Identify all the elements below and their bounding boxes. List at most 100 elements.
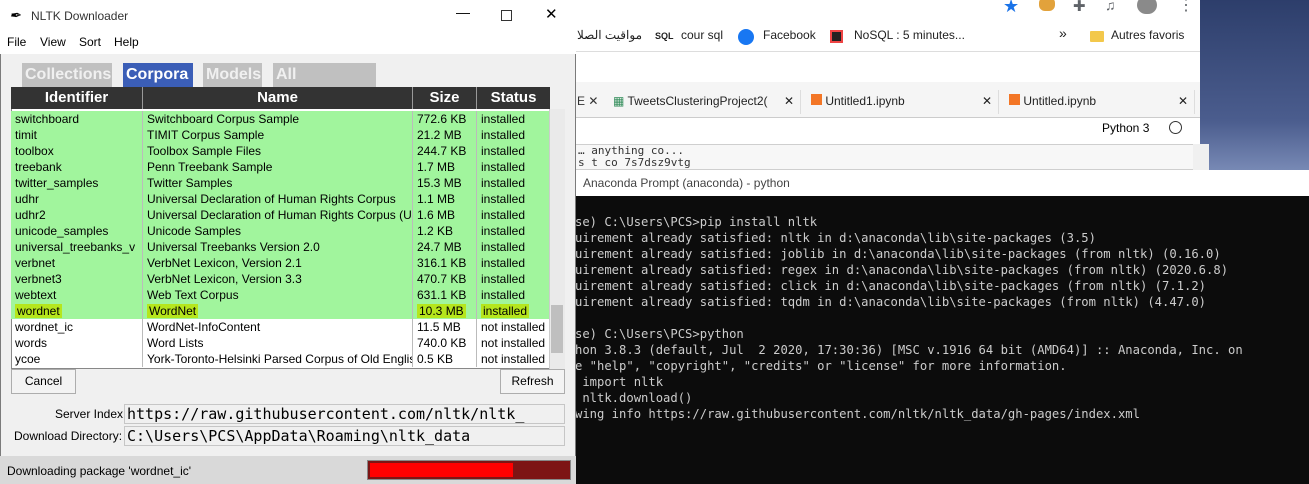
status-text: Downloading package 'wordnet_ic' [7, 464, 192, 478]
cell-name: Web Text Corpus [143, 287, 413, 303]
anaconda-console[interactable]: se) C:\Users\PCS>pip install nltk uireme… [575, 196, 1309, 484]
jupyter-scrollbar[interactable] [1193, 144, 1209, 170]
table-row[interactable]: universal_treebanks_v Universal Treebanks… [11, 239, 550, 255]
server-index-label: Server Index: [55, 407, 127, 421]
table-row[interactable]: toolbox Toolbox Sample Files 244.7 KB insta… [11, 143, 550, 159]
close-icon[interactable]: ✕ [1178, 90, 1188, 112]
close-icon[interactable]: ✕ [545, 5, 558, 23]
tab-all-packages[interactable]: All Packages [273, 63, 376, 106]
bookmark-other-favorites[interactable]: Autres favoris [1111, 28, 1184, 42]
col-identifier[interactable]: Identifier [11, 87, 143, 109]
media-icon[interactable]: ♫ [1105, 0, 1116, 13]
cell-status: installed [477, 303, 550, 319]
table-row[interactable]: words Word Lists 740.0 KB not installed [11, 335, 550, 351]
cell-size: 470.7 KB [413, 271, 477, 287]
cell-id: ycoe [11, 351, 143, 367]
col-name[interactable]: Name [143, 87, 413, 109]
table-row[interactable]: wordnet WordNet 10.3 MB installed [11, 303, 550, 319]
cell-size: 10.3 MB [413, 303, 477, 319]
refresh-button[interactable]: Refresh [500, 369, 565, 394]
menu-file[interactable]: File [7, 35, 26, 49]
window-title: NLTK Downloader [31, 9, 129, 23]
close-icon[interactable]: ✕ [784, 90, 794, 112]
nltk-titlebar: ✒ NLTK Downloader — ✕ [0, 0, 576, 32]
menu-dots-icon[interactable]: ⋮ [1178, 0, 1194, 15]
scrollbar-thumb[interactable] [551, 305, 563, 353]
cell-name: VerbNet Lexicon, Version 3.3 [143, 271, 413, 287]
cell-name: VerbNet Lexicon, Version 2.1 [143, 255, 413, 271]
tab-fragment-close-icon[interactable]: E ✕ [577, 94, 598, 108]
table-row[interactable]: udhr Universal Declaration of Human Right… [11, 191, 550, 207]
cell-id: universal_treebanks_v [11, 239, 143, 255]
table-row[interactable]: treebank Penn Treebank Sample 1.7 MB instal… [11, 159, 550, 175]
bookmark-facebook[interactable]: Facebook [763, 28, 816, 42]
table-row[interactable]: verbnet VerbNet Lexicon, Version 2.1 316.1… [11, 255, 550, 271]
kernel-name[interactable]: Python 3 [1102, 121, 1149, 135]
cell-id: udhr [11, 191, 143, 207]
tab-untitled1[interactable]: Untitled1.ipynb ✕ [801, 90, 999, 114]
folder-icon [1090, 31, 1104, 42]
code-line: s t co 7s7dsz9vtg [578, 156, 691, 169]
menu-sort[interactable]: Sort [79, 35, 101, 49]
download-dir-field[interactable]: C:\Users\PCS\AppData\Roaming\nltk_data [124, 426, 565, 446]
menu-help[interactable]: Help [114, 35, 139, 49]
close-icon[interactable]: ✕ [982, 90, 992, 112]
tab-label: Untitled.ipynb [1023, 94, 1097, 108]
chrome-content-top [575, 52, 1200, 82]
cell-id: timit [11, 127, 143, 143]
puzzle-icon[interactable]: ✚ [1073, 0, 1086, 15]
bookmark-nosql[interactable]: NoSQL : 5 minutes... [854, 28, 965, 42]
cell-size: 316.1 KB [413, 255, 477, 271]
table-row[interactable]: ycoe York-Toronto-Helsinki Parsed Corpus … [11, 351, 550, 367]
console-line: nltk.download() [575, 391, 693, 405]
cell-status: installed [477, 239, 550, 255]
bookmarks-overflow-icon[interactable]: » [1059, 25, 1067, 41]
tab-label: TweetsClusteringProject2( [627, 94, 768, 108]
extension-icon[interactable] [1039, 0, 1055, 11]
table-row[interactable]: wordnet_ic WordNet-InfoContent 11.5 MB not … [11, 319, 550, 335]
col-status[interactable]: Status [477, 87, 550, 109]
server-index-field[interactable]: https://raw.githubusercontent.com/nltk/n… [124, 404, 565, 424]
cell-size: 244.7 KB [413, 143, 477, 159]
jupyter-tab-bar: E ✕ ▦ TweetsClusteringProject2( ✕ Untitl… [575, 82, 1200, 118]
table-row[interactable]: switchboard Switchboard Corpus Sample 772.… [11, 111, 550, 127]
bookmark-prayer[interactable]: مواقيت الصلا [577, 28, 642, 42]
cell-status: installed [477, 207, 550, 223]
chrome-toolbar: ★ ✚ ♫ ⋮ [575, 0, 1200, 22]
cancel-button[interactable]: Cancel [11, 369, 76, 394]
tab-collections[interactable]: Collections [22, 63, 112, 87]
tab-untitled[interactable]: Untitled.ipynb ✕ [999, 90, 1195, 114]
bookmark-cour-sql[interactable]: cour sql [681, 28, 723, 42]
table-row[interactable]: webtext Web Text Corpus 631.1 KB installed [11, 287, 550, 303]
cell-id: webtext [11, 287, 143, 303]
menu-view[interactable]: View [40, 35, 66, 49]
download-dir-label: Download Directory: [14, 429, 123, 443]
table-row[interactable]: udhr2 Universal Declaration of Human Righ… [11, 207, 550, 223]
feather-icon: ✒ [9, 7, 21, 23]
console-line: hon 3.8.3 (default, Jul 2 2020, 17:30:36… [575, 343, 1243, 357]
table-row[interactable]: twitter_samples Twitter Samples 15.3 MB ins… [11, 175, 550, 191]
col-size[interactable]: Size [413, 87, 477, 109]
tab-models[interactable]: Models [203, 63, 262, 87]
cell-size: 11.5 MB [413, 319, 477, 335]
minimize-icon[interactable]: — [456, 4, 470, 20]
cell-id: udhr2 [11, 207, 143, 223]
cell-size: 21.2 MB [413, 127, 477, 143]
cell-size: 631.1 KB [413, 287, 477, 303]
tab-tweets-clustering[interactable]: ▦ TweetsClusteringProject2( ✕ [603, 90, 801, 114]
cell-name: Universal Declaration of Human Rights Co… [143, 207, 413, 223]
cell-status: installed [477, 159, 550, 175]
table-row[interactable]: unicode_samples Unicode Samples 1.2 KB inst… [11, 223, 550, 239]
notebook-icon [1009, 94, 1020, 105]
profile-avatar[interactable] [1137, 0, 1157, 14]
table-row[interactable]: verbnet3 VerbNet Lexicon, Version 3.3 470.… [11, 271, 550, 287]
code-cell[interactable]: … anything co... s t co 7s7dsz9vtg [575, 144, 1195, 170]
tab-corpora[interactable]: Corpora [123, 63, 193, 87]
cell-id: treebank [11, 159, 143, 175]
star-icon[interactable]: ★ [1003, 0, 1019, 17]
cell-size: 24.7 MB [413, 239, 477, 255]
cell-size: 15.3 MB [413, 175, 477, 191]
maximize-icon[interactable] [501, 10, 512, 21]
table-row[interactable]: timit TIMIT Corpus Sample 21.2 MB installed [11, 127, 550, 143]
cell-name: Switchboard Corpus Sample [143, 111, 413, 127]
